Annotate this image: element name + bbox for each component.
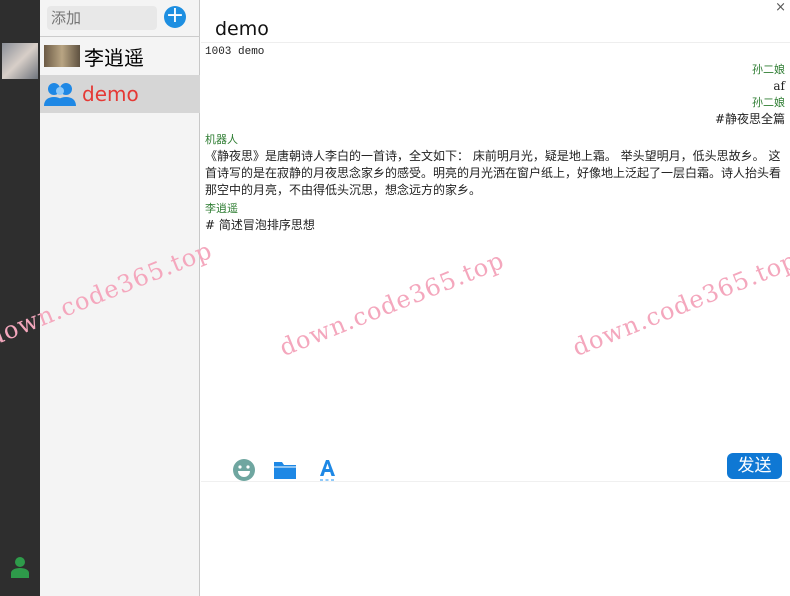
- sender-name: 孙二娘: [752, 96, 785, 109]
- contact-list: 李逍遥 demo: [40, 36, 200, 113]
- close-icon[interactable]: ×: [775, 0, 786, 15]
- search-input[interactable]: [47, 6, 157, 30]
- system-line: 1003 demo: [205, 46, 265, 58]
- send-button[interactable]: 发送: [727, 453, 782, 479]
- sender-name: 李逍遥: [205, 202, 238, 215]
- sender-name: 机器人: [205, 133, 238, 146]
- font-icon[interactable]: [315, 458, 339, 482]
- divider: [201, 42, 790, 43]
- message: 机器人《静夜思》是唐朝诗人李白的一首诗，全文如下： 床前明月光，疑是地上霜。 举…: [205, 132, 785, 199]
- message-text: af: [773, 79, 785, 93]
- folder-icon[interactable]: [273, 458, 297, 482]
- message-text: # 简述冒泡排序思想: [205, 218, 315, 232]
- contact-avatar: [44, 45, 80, 67]
- message: 孙二娘 #静夜思全篇: [205, 95, 785, 128]
- user-avatar[interactable]: [2, 43, 38, 79]
- contact-name: demo: [82, 82, 139, 106]
- contact-name: 李逍遥: [84, 45, 144, 70]
- sender-name: 孙二娘: [752, 63, 785, 76]
- message-list: 1003 demo 孙二娘 af 孙二娘 #静夜思全篇 机器人《静夜思》是唐朝诗人李…: [205, 46, 785, 234]
- message-text: #静夜思全篇: [714, 112, 785, 126]
- chat-panel: demo × 1003 demo 孙二娘 af 孙二娘 #静夜思全篇 机器人《静夜思…: [201, 0, 790, 596]
- group-icon: [44, 83, 76, 106]
- message-text: 《静夜思》是唐朝诗人李白的一首诗，全文如下： 床前明月光，疑是地上霜。 举头望明…: [205, 149, 782, 197]
- chat-title: demo: [215, 18, 269, 40]
- contacts-person-icon[interactable]: [11, 556, 29, 578]
- contact-panel: + 李逍遥 demo: [40, 0, 200, 596]
- message: 孙二娘 af: [205, 62, 785, 95]
- contact-item-selected[interactable]: demo: [40, 75, 200, 113]
- add-button[interactable]: +: [164, 5, 186, 28]
- message: 李逍遥 # 简述冒泡排序思想: [205, 201, 785, 234]
- contact-item[interactable]: 李逍遥: [40, 37, 200, 75]
- input-toolbar: 发送: [201, 452, 790, 482]
- nav-rail: [0, 0, 40, 596]
- emoji-icon[interactable]: [232, 458, 256, 482]
